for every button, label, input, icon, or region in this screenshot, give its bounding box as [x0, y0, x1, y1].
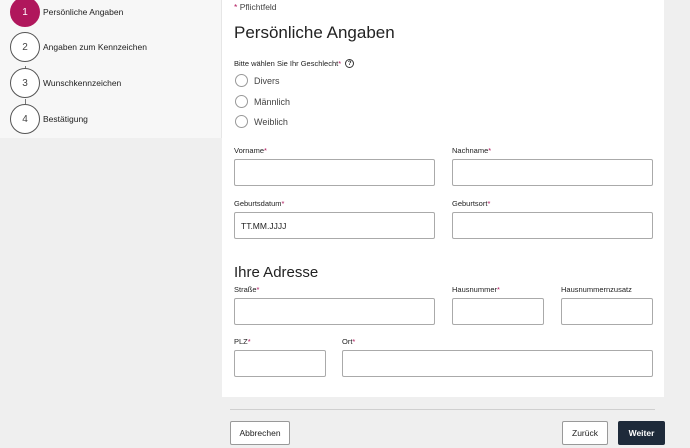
step-label: Persönliche Angaben	[43, 7, 124, 17]
gender-question: Bitte wählen Sie Ihr Geschlecht * ?	[234, 59, 355, 68]
strasse-label: Straße*	[234, 285, 260, 294]
geburtsort-label: Geburtsort*	[452, 199, 491, 208]
step-label: Angaben zum Kennzeichen	[43, 42, 147, 52]
gender-radio-maennlich[interactable]: Männlich	[235, 95, 290, 108]
required-field-note: * Pflichtfeld	[234, 2, 277, 12]
step-number: 4	[10, 104, 40, 134]
radio-button[interactable]	[235, 115, 248, 128]
plz-input[interactable]	[234, 350, 326, 377]
vorname-label: Vorname*	[234, 146, 267, 155]
vorname-input[interactable]	[234, 159, 435, 186]
cancel-button[interactable]: Abbrechen	[230, 421, 290, 445]
page-title: Persönliche Angaben	[234, 23, 395, 42]
geburtsort-input[interactable]	[452, 212, 653, 239]
hausnummer-input[interactable]	[452, 298, 544, 325]
radio-button[interactable]	[235, 74, 248, 87]
nachname-input[interactable]	[452, 159, 653, 186]
gender-radio-weiblich[interactable]: Weiblich	[235, 115, 288, 128]
help-icon[interactable]: ?	[345, 59, 355, 68]
ort-label: Ort*	[342, 337, 356, 346]
step-bestaetigung[interactable]: 4 Bestätigung	[10, 104, 88, 134]
step-label: Wunschkennzeichen	[43, 78, 122, 88]
step-number: 3	[10, 68, 40, 98]
radio-label: Männlich	[254, 96, 291, 107]
hausnummernzusatz-label: Hausnummernzusatz	[561, 285, 632, 294]
step-persoenliche-angaben[interactable]: 1 Persönliche Angaben	[10, 0, 123, 27]
footer-divider	[230, 409, 655, 410]
step-label: Bestätigung	[43, 114, 88, 124]
step-number: 2	[10, 32, 40, 62]
radio-button[interactable]	[235, 95, 248, 108]
next-button[interactable]: Weiter	[618, 421, 665, 445]
form-panel: * Pflichtfeld Persönliche Angaben Bitte …	[222, 0, 664, 397]
geburtsdatum-label: Geburtsdatum*	[234, 199, 285, 208]
geburtsdatum-input[interactable]	[234, 212, 435, 239]
progress-stepper: 1 Persönliche Angaben 2 Angaben zum Kenn…	[0, 0, 222, 138]
back-button[interactable]: Zurück	[562, 421, 608, 445]
radio-label: Divers	[254, 75, 280, 86]
step-wunschkennzeichen[interactable]: 3 Wunschkennzeichen	[10, 68, 121, 98]
plz-label: PLZ*	[234, 337, 251, 346]
step-number: 1	[10, 0, 40, 27]
nachname-label: Nachname*	[452, 146, 492, 155]
strasse-input[interactable]	[234, 298, 435, 325]
ort-input[interactable]	[342, 350, 653, 377]
radio-label: Weiblich	[254, 116, 288, 127]
address-section-title: Ihre Adresse	[234, 264, 319, 281]
step-angaben-zum-kennzeichen[interactable]: 2 Angaben zum Kennzeichen	[10, 32, 147, 62]
hausnummer-label: Hausnummer*	[452, 285, 500, 294]
hausnummernzusatz-input[interactable]	[561, 298, 653, 325]
gender-radio-divers[interactable]: Divers	[235, 74, 280, 87]
